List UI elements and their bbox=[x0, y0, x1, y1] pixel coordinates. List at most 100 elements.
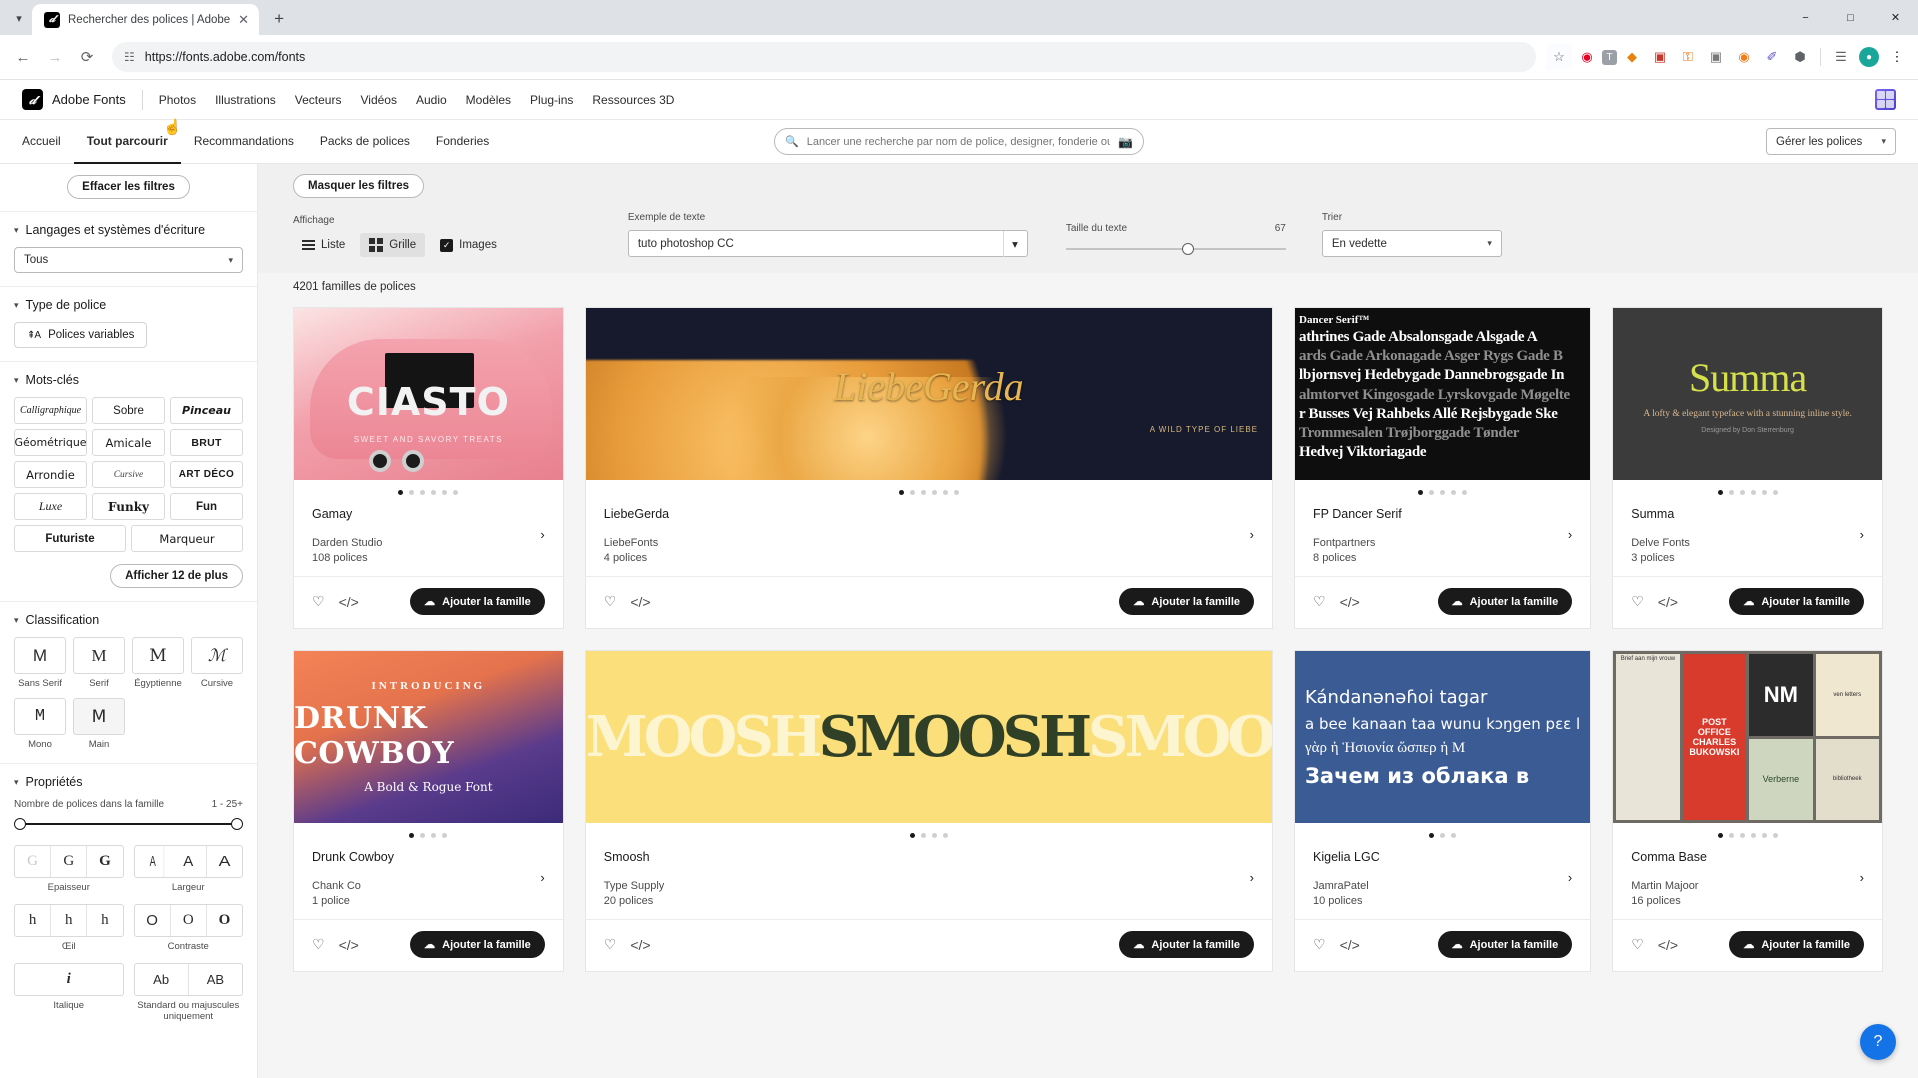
translate-extension-icon[interactable]: T bbox=[1602, 49, 1617, 65]
properties-section-header[interactable]: ▾ Propriétés bbox=[14, 775, 243, 789]
manage-fonts-select[interactable]: Gérer les polices ▾ bbox=[1766, 128, 1896, 155]
search-input[interactable] bbox=[806, 135, 1111, 148]
font-card[interactable]: Brief aan mijn vrouw NM ven letters POST… bbox=[1612, 650, 1883, 972]
tab-accueil[interactable]: Accueil bbox=[22, 120, 74, 164]
keyword-geometrique[interactable]: Géométrique bbox=[14, 429, 87, 456]
heart-icon[interactable]: ♡ bbox=[1631, 593, 1644, 610]
header-nav-audio[interactable]: Audio bbox=[416, 93, 447, 107]
italique-option[interactable]: i bbox=[15, 964, 123, 995]
carousel-dot[interactable] bbox=[1418, 490, 1424, 495]
header-nav-videos[interactable]: Vidéos bbox=[360, 93, 396, 107]
carousel-dots[interactable] bbox=[1295, 480, 1590, 501]
help-button[interactable]: ? bbox=[1860, 1024, 1896, 1060]
new-tab-button[interactable]: + bbox=[265, 5, 293, 33]
keyword-pinceau[interactable]: Pinceau bbox=[170, 397, 243, 424]
carousel-dot[interactable] bbox=[909, 490, 915, 495]
carousel-dot[interactable] bbox=[1739, 833, 1745, 838]
keywords-section-header[interactable]: ▾ Mots-clés bbox=[14, 373, 243, 387]
caps-uppercase-option[interactable]: AB bbox=[189, 964, 242, 995]
carousel-dot[interactable] bbox=[898, 490, 904, 495]
keyword-marqueur[interactable]: Marqueur bbox=[131, 525, 243, 552]
reload-button-icon[interactable]: ⟳ bbox=[72, 42, 102, 72]
carousel-dot[interactable] bbox=[1451, 490, 1457, 495]
window-close-button[interactable]: ✕ bbox=[1873, 0, 1918, 35]
heart-icon[interactable]: ♡ bbox=[604, 936, 617, 953]
tab-search-chevron-icon[interactable]: ▾ bbox=[6, 5, 32, 31]
tab-tout-parcourir[interactable]: Tout parcourir bbox=[73, 120, 181, 164]
window-minimize-button[interactable]: − bbox=[1783, 0, 1828, 35]
carousel-dots[interactable] bbox=[586, 823, 1272, 844]
carousel-dot[interactable] bbox=[920, 490, 926, 495]
code-brackets-icon[interactable]: </> bbox=[1340, 594, 1360, 610]
window-maximize-button[interactable]: □ bbox=[1828, 0, 1873, 35]
add-family-button[interactable]: ☁ Ajouter la famille bbox=[1119, 588, 1255, 615]
chevron-right-icon[interactable]: › bbox=[1250, 527, 1254, 542]
wallet-extension-icon[interactable]: ◉ bbox=[1731, 44, 1757, 70]
keyword-luxe[interactable]: Luxe bbox=[14, 493, 87, 520]
card-preview[interactable]: Summa A lofty & elegant typeface with a … bbox=[1613, 308, 1882, 480]
forward-button-icon[interactable]: → bbox=[40, 42, 70, 72]
chevron-right-icon[interactable]: › bbox=[540, 870, 544, 885]
carousel-dot[interactable] bbox=[420, 833, 426, 838]
font-card[interactable]: INTRODUCING DRUNK COWBOY A Bold & Rogue … bbox=[293, 650, 564, 972]
carousel-dot[interactable] bbox=[409, 833, 415, 838]
keyword-amicale[interactable]: Amicale bbox=[92, 429, 165, 456]
classification-cursive[interactable]: ℳ Cursive bbox=[191, 637, 243, 689]
carousel-dot[interactable] bbox=[1761, 833, 1767, 838]
code-brackets-icon[interactable]: </> bbox=[1340, 937, 1360, 953]
text-size-slider[interactable] bbox=[1065, 241, 1286, 257]
card-font-name[interactable]: Gamay bbox=[312, 507, 545, 521]
card-preview[interactable]: INTRODUCING DRUNK COWBOY A Bold & Rogue … bbox=[294, 651, 563, 823]
card-preview[interactable]: Kándanənəɦoi tagar a bee kanaan taa wunu… bbox=[1295, 651, 1591, 823]
carousel-dot[interactable] bbox=[1739, 490, 1745, 495]
add-family-button[interactable]: ☁ Ajouter la famille bbox=[1437, 931, 1573, 958]
tab-packs-de-polices[interactable]: Packs de polices bbox=[307, 120, 423, 164]
clear-filters-button[interactable]: Effacer les filtres bbox=[67, 175, 190, 199]
card-preview[interactable]: CIASTO SWEET AND SAVORY TREATS bbox=[294, 308, 563, 480]
header-nav-photos[interactable]: Photos bbox=[159, 93, 196, 107]
images-checkbox-icon[interactable]: ✓ bbox=[440, 238, 454, 252]
chrome-menu-icon[interactable]: ⋮ bbox=[1884, 44, 1910, 70]
add-family-button[interactable]: ☁ Ajouter la famille bbox=[1119, 931, 1255, 958]
carousel-dots[interactable] bbox=[1613, 480, 1882, 501]
classification-serif[interactable]: M Serif bbox=[73, 637, 125, 689]
classification-sans-serif[interactable]: M Sans Serif bbox=[14, 637, 66, 689]
carousel-dot[interactable] bbox=[1429, 490, 1435, 495]
code-brackets-icon[interactable]: </> bbox=[1658, 937, 1678, 953]
add-family-button[interactable]: ☁ Ajouter la famille bbox=[1437, 588, 1573, 615]
card-font-name[interactable]: FP Dancer Serif bbox=[1313, 507, 1572, 521]
card-font-name[interactable]: Drunk Cowboy bbox=[312, 850, 545, 864]
oeil-small-option[interactable]: h bbox=[15, 905, 52, 936]
card-preview[interactable]: MOOSH SMOOSH SMOO bbox=[585, 651, 1273, 823]
card-font-name[interactable]: LiebeGerda bbox=[604, 507, 1254, 521]
carousel-dot[interactable] bbox=[431, 833, 437, 838]
keywords-show-more-button[interactable]: Afficher 12 de plus bbox=[110, 564, 243, 588]
epaisseur-regular-option[interactable]: G bbox=[51, 846, 88, 877]
carousel-dot[interactable] bbox=[1750, 833, 1756, 838]
heart-icon[interactable]: ♡ bbox=[604, 593, 617, 610]
oeil-medium-option[interactable]: h bbox=[51, 905, 88, 936]
keyword-futuriste[interactable]: Futuriste bbox=[14, 525, 126, 552]
classification-main[interactable]: M Main bbox=[73, 698, 125, 750]
header-nav-vecteurs[interactable]: Vecteurs bbox=[295, 93, 342, 107]
largeur-normal-option[interactable]: A bbox=[171, 846, 207, 877]
pinterest-extension-icon[interactable]: ◉ bbox=[1574, 44, 1600, 70]
font-card[interactable]: Kándanənəɦoi tagar a bee kanaan taa wunu… bbox=[1294, 650, 1592, 972]
languages-select[interactable]: Tous ▾ bbox=[14, 247, 243, 273]
caps-standard-option[interactable]: Ab bbox=[135, 964, 189, 995]
adblock-extension-icon[interactable]: ▣ bbox=[1647, 44, 1673, 70]
keyword-sobre[interactable]: Sobre bbox=[92, 397, 165, 424]
tab-close-icon[interactable]: ✕ bbox=[238, 13, 249, 26]
slider-knob-max[interactable] bbox=[231, 818, 243, 830]
carousel-dot[interactable] bbox=[942, 490, 948, 495]
add-family-button[interactable]: ☁ Ajouter la famille bbox=[1729, 931, 1864, 958]
carousel-dot[interactable] bbox=[953, 490, 959, 495]
chevron-down-icon[interactable]: ▾ bbox=[1012, 237, 1018, 251]
grammar-extension-icon[interactable]: ✐ bbox=[1759, 44, 1785, 70]
images-toggle[interactable]: ✓ Images bbox=[431, 234, 506, 257]
keyword-art-deco[interactable]: ART DÉCO bbox=[170, 461, 243, 488]
slider-knob-min[interactable] bbox=[14, 818, 26, 830]
carousel-dot[interactable] bbox=[1728, 490, 1734, 495]
carousel-dot[interactable] bbox=[1717, 833, 1723, 838]
contraste-low-option[interactable]: O bbox=[135, 905, 171, 936]
